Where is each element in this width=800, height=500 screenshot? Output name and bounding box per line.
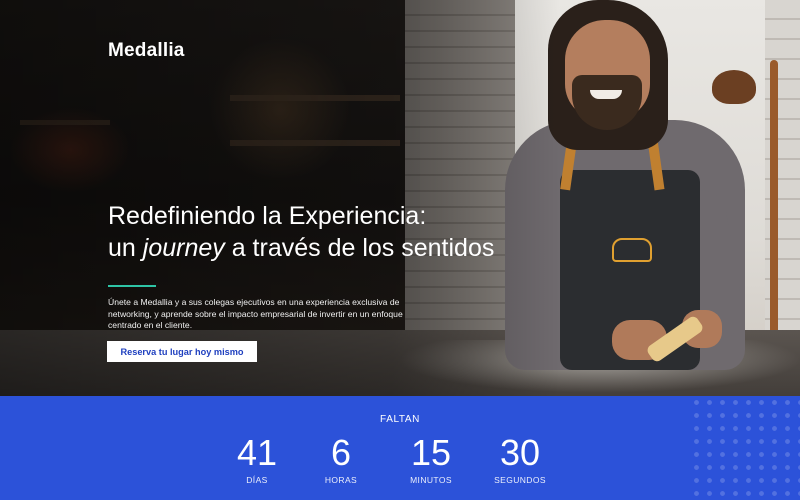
headline-line-2-suffix: a través de los sentidos bbox=[224, 234, 495, 262]
hours-label: HORAS bbox=[324, 475, 358, 485]
text-overlay-gradient bbox=[0, 0, 560, 396]
countdown-title: FALTAN bbox=[380, 414, 420, 425]
headline-line-2-prefix: un bbox=[108, 234, 143, 262]
accent-divider bbox=[108, 285, 156, 287]
days-label: DÍAS bbox=[246, 475, 268, 485]
hat bbox=[712, 70, 756, 104]
countdown-section: FALTAN 41 DÍAS 6 HORAS 15 MINUTOS 30 SEG… bbox=[0, 396, 800, 500]
hours-value: 6 bbox=[330, 432, 352, 473]
seconds-value: 30 bbox=[499, 432, 541, 473]
medallia-logo[interactable]: Medallia bbox=[108, 40, 185, 62]
headline-emphasis: journey bbox=[142, 234, 225, 262]
apron-logo bbox=[612, 238, 652, 262]
hero-headline: Redefiniendo la Experiencia: un journey … bbox=[108, 200, 494, 264]
dot-pattern bbox=[690, 396, 800, 500]
headline-line-1: Redefiniendo la Experiencia: bbox=[108, 202, 427, 230]
countdown-minutes: 15 MINUTOS bbox=[386, 432, 476, 486]
coat-rack bbox=[770, 60, 778, 340]
reserve-spot-button[interactable]: Reserva tu lugar hoy mismo bbox=[107, 341, 257, 362]
countdown-seconds: 30 SEGUNDOS bbox=[475, 432, 565, 486]
days-value: 41 bbox=[236, 432, 278, 473]
countdown-days: 41 DÍAS bbox=[212, 432, 302, 486]
minutes-value: 15 bbox=[410, 432, 452, 473]
hero-section: Medallia Redefiniendo la Experiencia: un… bbox=[0, 0, 800, 396]
countdown-hours: 6 HORAS bbox=[296, 432, 386, 486]
hero-description: Únete a Medallia y a sus colegas ejecuti… bbox=[108, 297, 403, 330]
seconds-label: SEGUNDOS bbox=[494, 475, 546, 485]
minutes-label: MINUTOS bbox=[410, 475, 452, 485]
